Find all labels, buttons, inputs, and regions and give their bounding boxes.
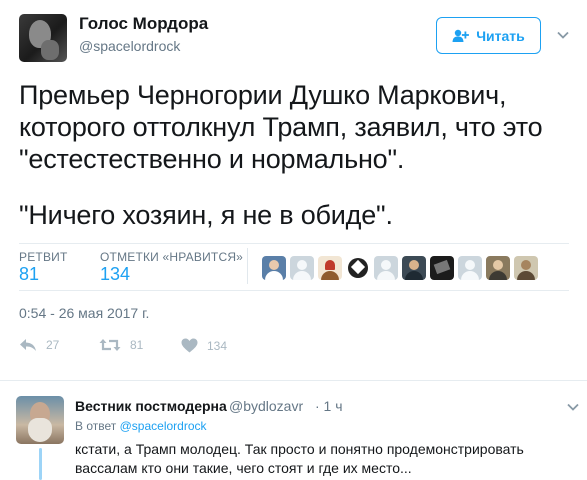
follow-button-label: Читать [476, 27, 525, 44]
reply-text-line: кстати, а Трамп молодец. Так просто и по… [75, 441, 524, 457]
reply-action[interactable]: 27 [19, 338, 59, 352]
reply-count: 27 [46, 338, 60, 352]
reply-text-line: вассалам кто они такие, чего стоят и где… [75, 460, 412, 476]
tweet-text-line: Премьер Черногории Душко Маркович, [19, 80, 507, 110]
stats-separator [247, 248, 248, 284]
chevron-down-icon[interactable] [566, 400, 580, 414]
author-display-name[interactable]: Голос Мордора [79, 14, 208, 34]
liker-avatar[interactable] [374, 256, 398, 280]
author-avatar[interactable] [19, 14, 67, 62]
reply-icon [20, 339, 36, 351]
divider [19, 243, 569, 244]
likes-stat[interactable]: ОТМЕТКИ «НРАВИТСЯ» 134 [100, 250, 243, 285]
in-reply-to-prefix: В ответ [75, 419, 117, 433]
likes-stat-label: ОТМЕТКИ «НРАВИТСЯ» [100, 250, 244, 264]
tweet-text-line: которого оттолкнул Трамп, заявил, что эт… [19, 112, 543, 142]
tweet-text-line: "естестественно и нормально". [19, 144, 405, 174]
thread-line [39, 448, 42, 480]
liker-avatar[interactable] [346, 256, 370, 280]
reply-time[interactable]: · 1 ч [315, 398, 343, 414]
in-reply-to: В ответ @spacelordrock [75, 419, 207, 433]
reply-author-avatar[interactable] [16, 396, 64, 444]
in-reply-to-handle[interactable]: @spacelordrock [120, 419, 207, 433]
retweet-action[interactable]: 81 [99, 338, 143, 352]
divider [19, 290, 569, 291]
retweet-count: 81 [130, 338, 144, 352]
retweet-stat[interactable]: РЕТВИТ 81 [19, 250, 68, 285]
tweet-timestamp[interactable]: 0:54 - 26 мая 2017 г. [19, 305, 149, 321]
like-action[interactable]: 134 [181, 338, 227, 353]
liker-avatar[interactable] [290, 256, 314, 280]
reply-author-display-name[interactable]: Вестник постмодерна [75, 398, 227, 414]
liker-avatar[interactable] [458, 256, 482, 280]
likes-stat-value: 134 [100, 264, 131, 284]
like-count: 134 [207, 338, 228, 353]
retweet-icon [99, 339, 121, 351]
liker-avatar[interactable] [486, 256, 510, 280]
liker-avatar[interactable] [402, 256, 426, 280]
follow-button[interactable]: Читать [436, 17, 541, 54]
author-handle[interactable]: @spacelordrock [79, 38, 180, 54]
divider [0, 380, 587, 381]
liker-avatar[interactable] [262, 256, 286, 280]
liker-avatar[interactable] [318, 256, 342, 280]
liker-avatar[interactable] [430, 256, 454, 280]
liker-avatar[interactable] [514, 256, 538, 280]
heart-icon [181, 338, 198, 353]
reply-author-handle[interactable]: @bydlozavr [229, 398, 303, 414]
retweet-stat-value: 81 [19, 264, 40, 284]
tweet-text-line: "Ничего хозяин, я не в обиде". [19, 200, 393, 230]
add-user-icon [452, 29, 470, 42]
retweet-stat-label: РЕТВИТ [19, 250, 68, 264]
chevron-down-icon[interactable] [556, 28, 570, 42]
